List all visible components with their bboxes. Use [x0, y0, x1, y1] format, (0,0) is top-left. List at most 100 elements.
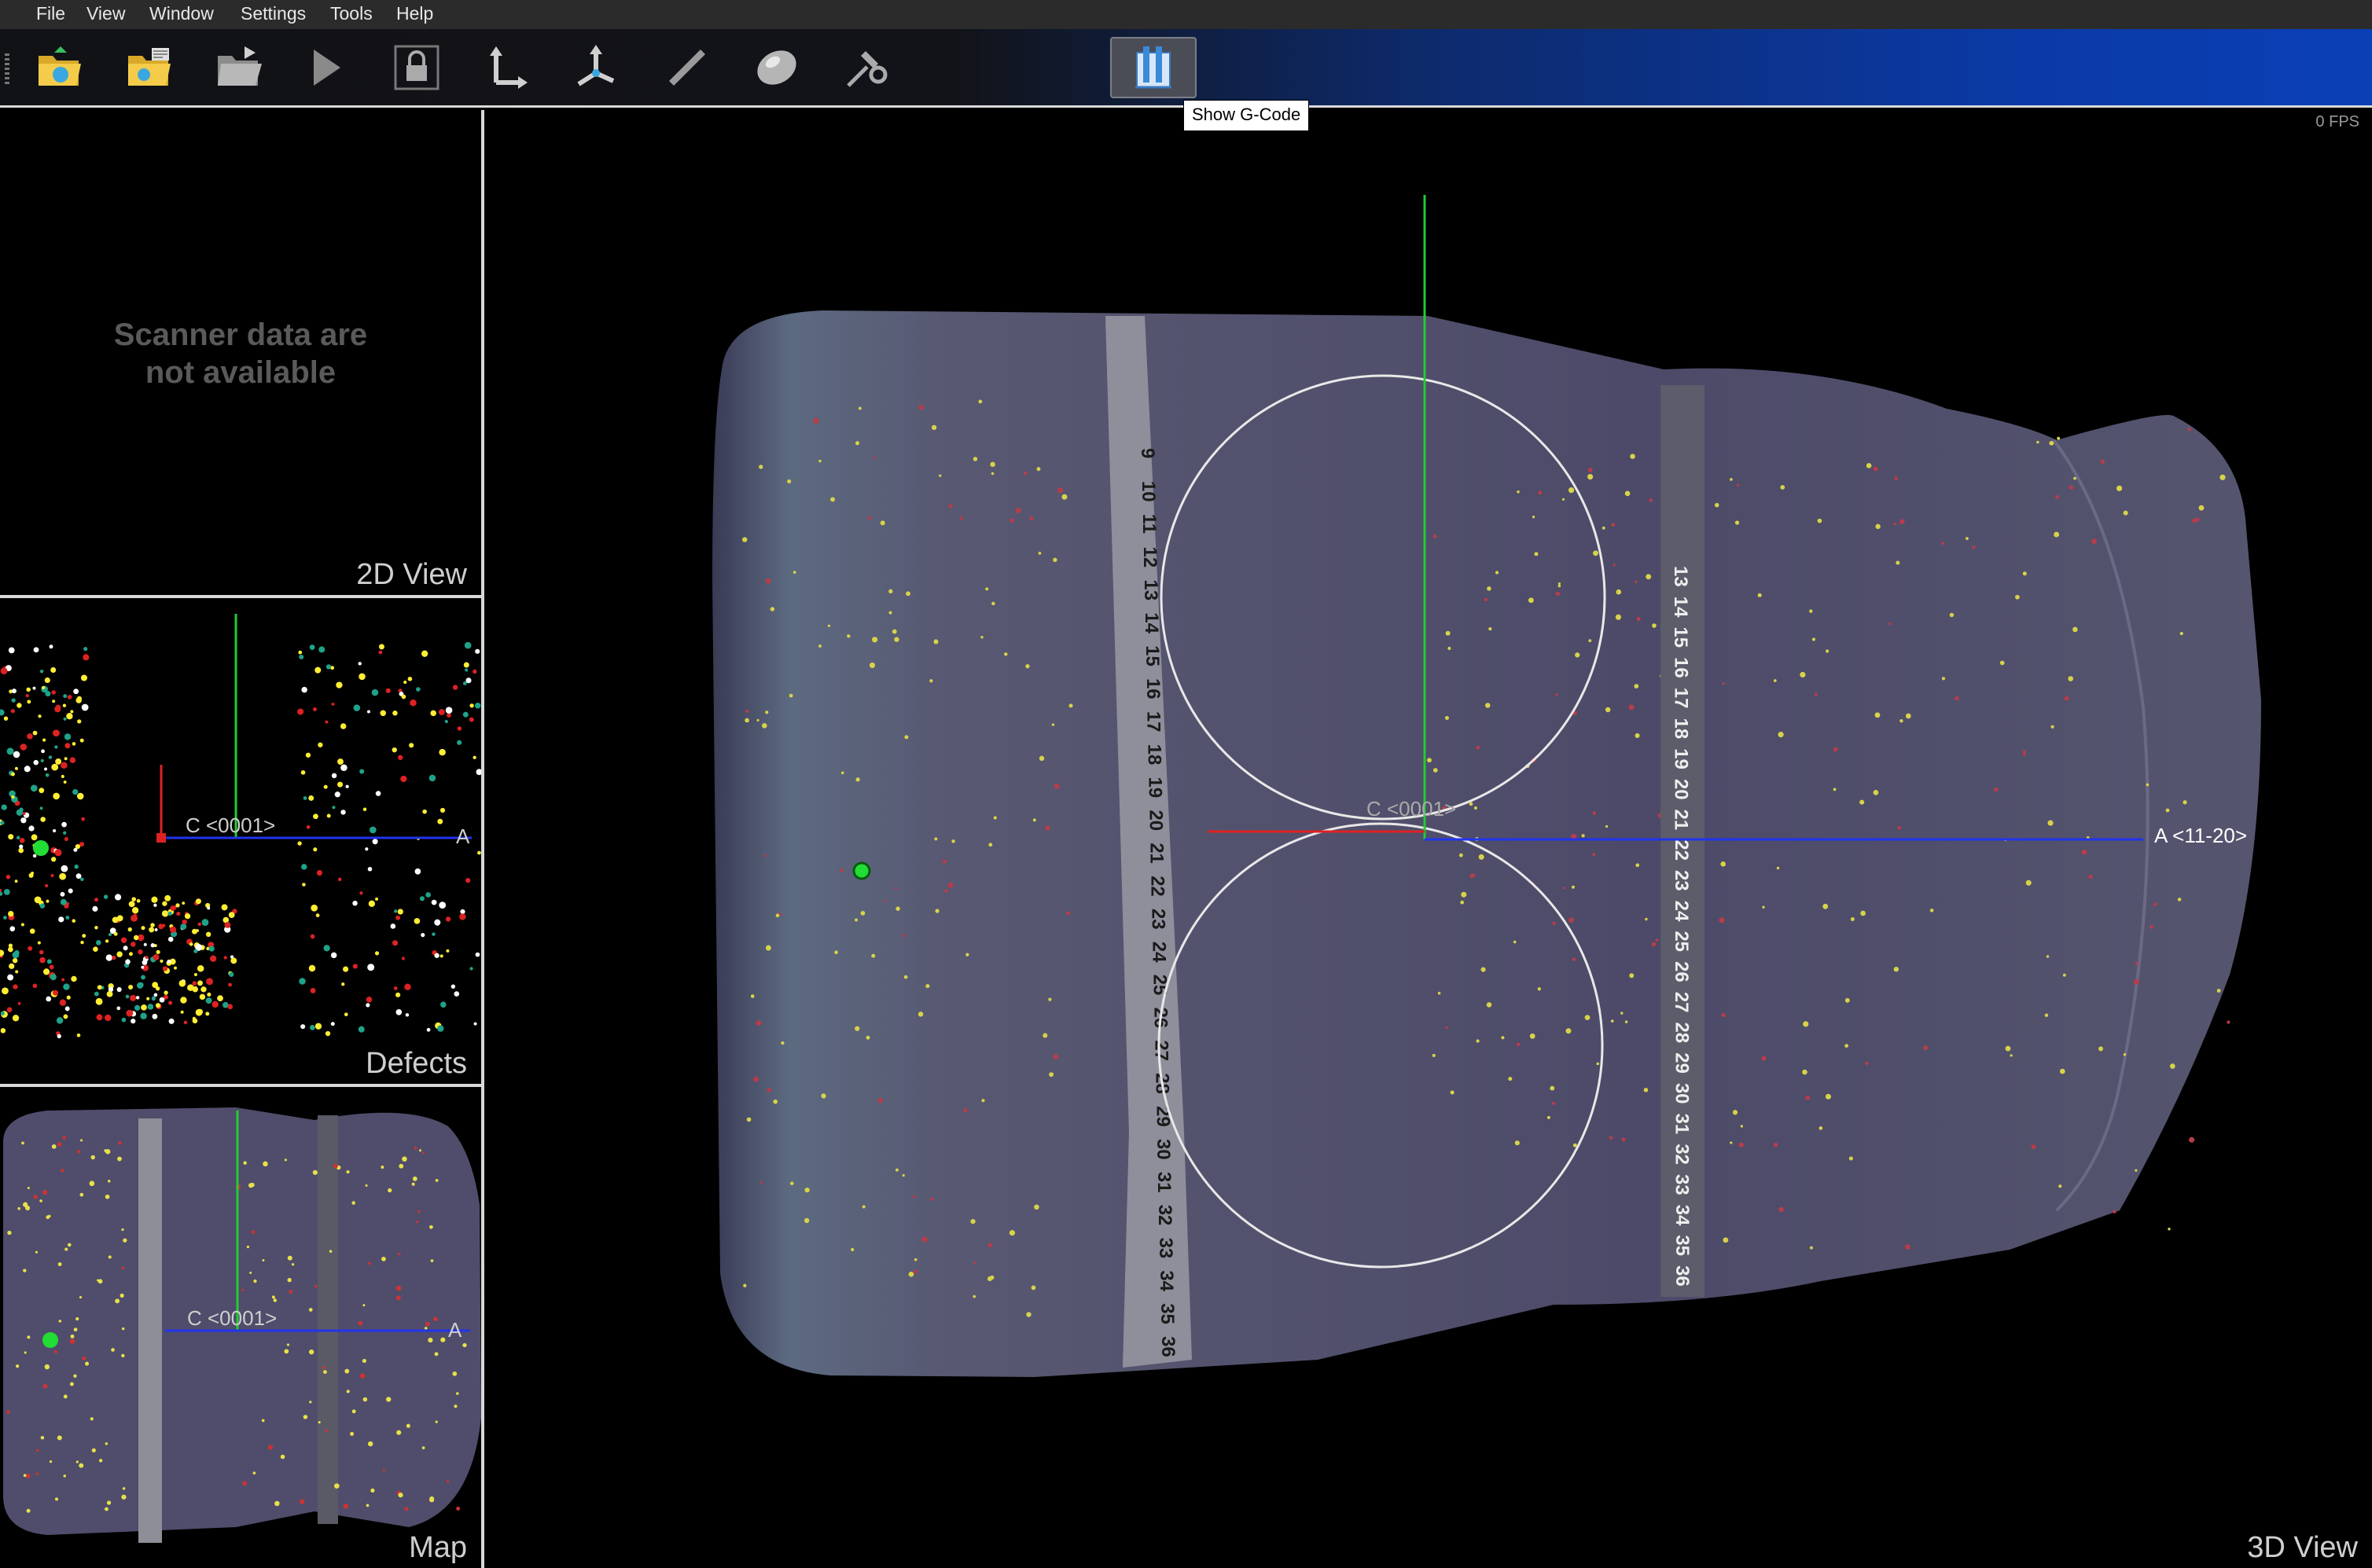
defect-point	[2187, 428, 2191, 431]
defect-point	[113, 931, 118, 936]
hammer-gear-button[interactable]	[835, 37, 898, 98]
defect-point	[305, 752, 311, 758]
defect-point	[1736, 483, 1740, 487]
defect-point	[35, 1449, 39, 1452]
open-project-button[interactable]	[118, 37, 181, 98]
play-button[interactable]	[294, 37, 357, 98]
open-folder-arrow-button[interactable]	[208, 37, 270, 98]
defect-point	[1057, 487, 1064, 494]
defect-point	[2044, 1013, 2049, 1017]
defect-point	[77, 1150, 81, 1154]
defect-point	[421, 933, 425, 938]
defect-point	[111, 1348, 115, 1352]
defect-point	[906, 591, 910, 597]
defect-point	[1584, 1015, 1591, 1020]
defect-point	[1471, 873, 1476, 877]
view-2d-panel[interactable]: Scanner data are not available 2D View	[0, 110, 484, 598]
defect-point	[96, 1014, 103, 1021]
defect-point	[45, 883, 49, 888]
ruler-button[interactable]	[656, 37, 719, 98]
defect-point	[155, 986, 160, 991]
defect-point	[366, 710, 370, 714]
defect-point	[872, 637, 878, 643]
defect-point	[1025, 664, 1030, 669]
defect-point	[29, 928, 35, 935]
defect-point	[298, 650, 303, 655]
view-3d-panel[interactable]: 0 FPS 9 10 11 12 13 14 15 16 17 18 19 20 21 22 23 24 25 2…	[484, 110, 2372, 1568]
defect-point	[8, 647, 15, 654]
defect-point	[860, 910, 866, 916]
defect-point	[1899, 719, 1903, 723]
defect-point	[1043, 1033, 1048, 1038]
defect-point	[1865, 1061, 1869, 1066]
lock-button[interactable]	[385, 37, 448, 98]
defect-point	[428, 1338, 433, 1343]
defect-point	[765, 711, 769, 714]
defect-point	[10, 772, 15, 777]
toolbar-grip-handle[interactable]	[5, 53, 9, 84]
defect-point	[23, 1269, 27, 1272]
menu-tools[interactable]: Tools	[330, 0, 373, 29]
tape-number: 25	[1671, 931, 1692, 952]
map-panel[interactable]: C <0001> A Map	[0, 1087, 484, 1568]
lens-button[interactable]	[745, 37, 808, 98]
defect-point	[1649, 498, 1653, 502]
map-position-marker[interactable]	[42, 1332, 58, 1348]
defects-position-marker[interactable]	[33, 840, 49, 856]
open-folder-button[interactable]	[28, 37, 91, 98]
defects-c-axis-label: C <0001>	[186, 813, 275, 837]
defect-point	[1550, 1085, 1555, 1091]
defect-point	[33, 1195, 38, 1199]
defect-point	[759, 465, 763, 469]
menu-file[interactable]: File	[36, 0, 65, 29]
defect-point	[1893, 967, 1899, 972]
defect-point	[95, 997, 103, 1005]
defect-point	[180, 997, 187, 1004]
defect-point	[205, 931, 211, 938]
defect-point	[167, 936, 174, 942]
defect-point	[1734, 520, 1740, 525]
defect-point	[942, 859, 947, 864]
defect-point	[131, 942, 136, 947]
defect-point	[53, 828, 57, 833]
defect-point	[41, 749, 45, 754]
defect-point	[300, 769, 306, 775]
defect-point	[894, 637, 899, 642]
defects-panel[interactable]: C <0001> A Defects	[0, 598, 484, 1087]
menu-view[interactable]: View	[86, 0, 125, 29]
defect-point	[1572, 1143, 1577, 1148]
defect-point	[63, 780, 67, 784]
defect-point	[457, 740, 462, 745]
defect-point	[93, 946, 98, 953]
axis-2d-button[interactable]	[475, 37, 538, 98]
defect-point	[63, 831, 67, 835]
defect-point	[145, 956, 149, 959]
position-marker[interactable]	[852, 861, 871, 880]
defect-point	[291, 1263, 295, 1266]
defect-point	[131, 897, 137, 902]
menu-help[interactable]: Help	[396, 0, 433, 29]
defect-point	[262, 1259, 265, 1262]
show-gcode-button[interactable]	[1110, 37, 1197, 98]
defect-point	[330, 952, 337, 959]
defect-point	[174, 966, 177, 970]
axis-3d-button[interactable]	[564, 37, 627, 98]
defect-point	[108, 932, 112, 937]
tape-number: 24	[1148, 942, 1169, 963]
defect-point	[344, 1012, 348, 1017]
defects-label: Defects	[366, 1047, 467, 1080]
defect-point	[1051, 723, 1055, 726]
defect-point	[428, 774, 436, 782]
defect-point	[368, 1261, 371, 1265]
defect-point	[867, 516, 872, 520]
defect-point	[888, 589, 893, 593]
defect-point	[322, 1366, 325, 1369]
defect-point	[464, 641, 472, 649]
defect-point	[1061, 494, 1068, 500]
defect-point	[2054, 531, 2060, 538]
defect-point	[987, 1276, 993, 1282]
menu-window[interactable]: Window	[149, 0, 214, 29]
menu-settings[interactable]: Settings	[241, 0, 306, 29]
defect-point	[39, 669, 44, 674]
defect-point	[401, 694, 406, 700]
